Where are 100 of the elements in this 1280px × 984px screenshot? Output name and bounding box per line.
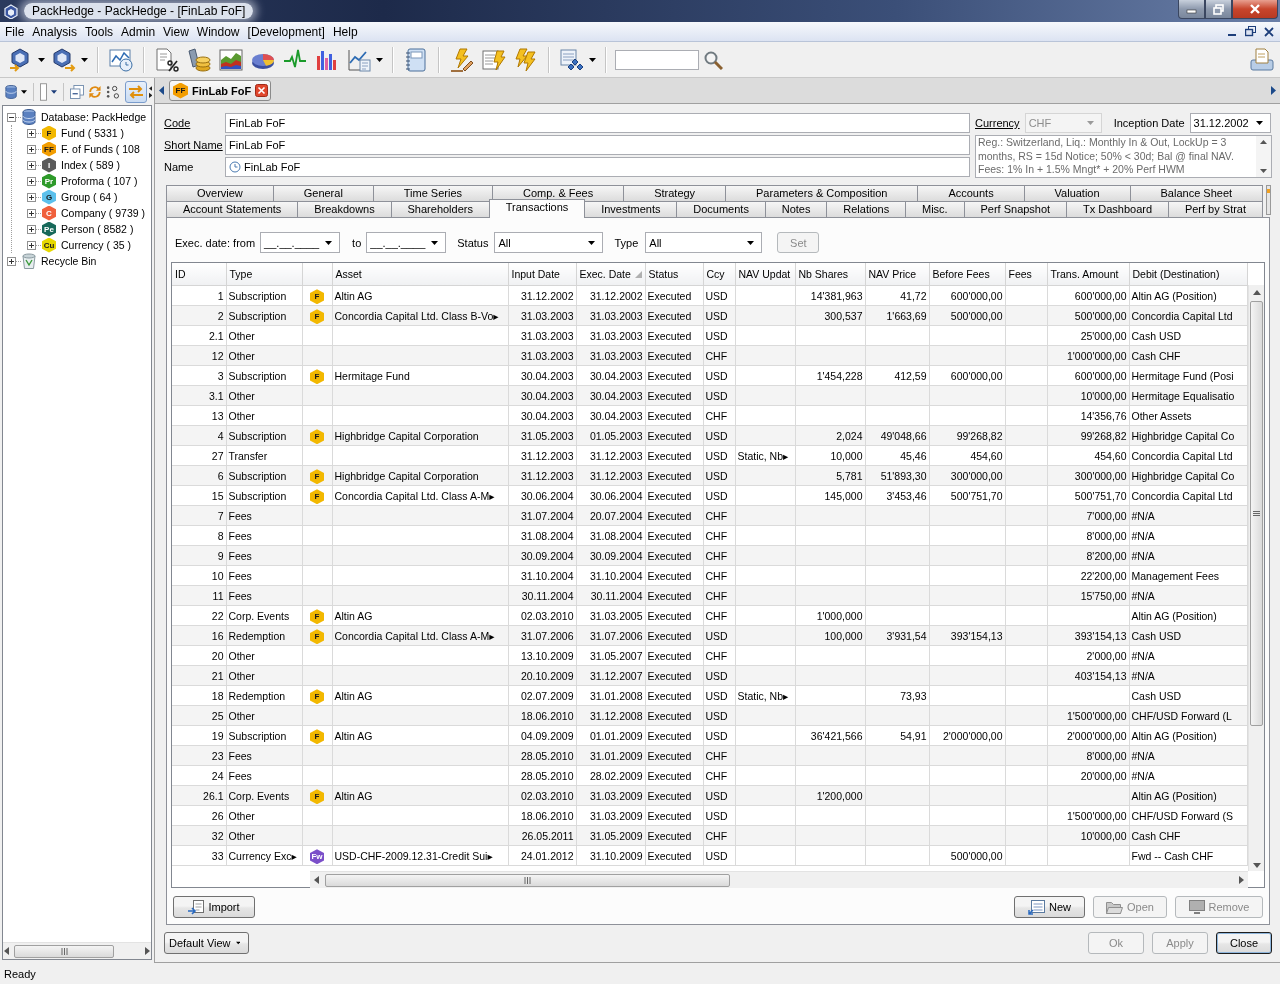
caret-icon[interactable] <box>21 89 28 94</box>
column-header[interactable]: Before Fees <box>929 263 1005 286</box>
lightning-pencil-icon[interactable] <box>450 47 474 72</box>
menu-item[interactable]: Admin <box>118 24 159 39</box>
database-icon[interactable] <box>5 83 18 100</box>
search-icon[interactable] <box>703 49 723 70</box>
caret-icon[interactable] <box>51 89 58 94</box>
scroll-down-icon[interactable] <box>1252 863 1261 868</box>
tab[interactable]: Investments <box>584 201 678 217</box>
scroll-thumb[interactable] <box>14 944 114 958</box>
percent-document-icon[interactable] <box>155 47 179 72</box>
tab[interactable]: Strategy <box>623 185 727 201</box>
splitter-arrows-icon[interactable] <box>148 84 152 99</box>
hexagon-arrow-icon[interactable] <box>52 47 76 72</box>
stack-diamonds-icon[interactable] <box>560 47 584 72</box>
text-field[interactable]: FinLab FoF <box>225 113 970 133</box>
menu-item[interactable]: Window <box>193 24 243 39</box>
column-header[interactable]: NAV Price <box>865 263 929 286</box>
vertical-scrollbar[interactable] <box>1248 285 1264 871</box>
field-link[interactable]: Short Name <box>164 139 225 151</box>
tab[interactable]: Relations <box>826 201 907 217</box>
tab[interactable]: Accounts <box>917 185 1025 201</box>
scroll-right-icon[interactable] <box>143 947 151 955</box>
expand-icon[interactable] <box>27 192 36 202</box>
date-field[interactable]: __.__.____ <box>260 232 341 253</box>
column-header[interactable]: Input Date <box>508 263 576 286</box>
collapse-all-icon[interactable] <box>69 83 84 100</box>
menu-item[interactable]: Analysis <box>29 24 81 39</box>
date-field[interactable]: __.__.____ <box>366 232 447 253</box>
date-field[interactable]: 31.12.2002 <box>1189 113 1271 133</box>
column-header[interactable]: NAV Updat <box>735 263 795 286</box>
tab[interactable]: Perf by Strat <box>1168 201 1263 217</box>
caret-icon[interactable] <box>325 240 333 245</box>
column-header[interactable]: Debit (Destination) <box>1129 263 1248 286</box>
tree-item[interactable]: Recycle Bin <box>41 255 97 267</box>
close-icon[interactable] <box>1264 26 1274 37</box>
tree-item[interactable]: Company ( 9739 ) <box>61 207 146 219</box>
caret-icon[interactable] <box>431 240 439 245</box>
chart-clock-icon[interactable] <box>109 47 133 72</box>
tree-item[interactable]: Fund ( 5331 ) <box>61 127 125 139</box>
expand-icon[interactable] <box>7 256 16 266</box>
expand-icon[interactable] <box>27 240 36 250</box>
menu-item[interactable]: File <box>2 24 28 39</box>
column-header[interactable]: Nb Shares <box>795 263 865 286</box>
scroll-up-icon[interactable] <box>1252 290 1261 295</box>
film-coins-icon[interactable] <box>187 47 211 72</box>
tree-item[interactable]: Group ( 64 ) <box>61 191 118 203</box>
scroll-left-icon[interactable] <box>3 947 11 955</box>
column-header[interactable]: Exec. Date <box>576 263 645 286</box>
menu-item[interactable]: Help <box>329 24 361 39</box>
expand-icon[interactable] <box>27 224 36 234</box>
area-chart-icon[interactable] <box>219 47 243 72</box>
caret-icon[interactable] <box>589 57 596 62</box>
tab[interactable]: Valuation <box>1023 185 1131 201</box>
tree-item[interactable]: Proforma ( 107 ) <box>61 175 138 187</box>
dialog-button[interactable]: Close <box>1216 932 1272 954</box>
tab[interactable]: Breakdowns <box>297 201 392 217</box>
menu-item[interactable]: View <box>160 24 192 39</box>
menu-item[interactable]: Tools <box>82 24 117 39</box>
tab[interactable]: General <box>272 185 374 201</box>
scroll-up-icon[interactable] <box>1260 140 1267 144</box>
import-button[interactable]: Import <box>173 896 255 918</box>
tab[interactable]: Shareholders <box>390 201 490 217</box>
expand-icon[interactable] <box>27 128 36 138</box>
scroll-thumb[interactable] <box>1250 301 1263 726</box>
column-header[interactable]: Trans. Amount <box>1047 263 1129 286</box>
tab[interactable]: Perf Snapshot <box>963 201 1068 217</box>
expand-icon[interactable] <box>27 144 36 154</box>
tab[interactable]: Misc. <box>905 201 965 217</box>
caret-icon[interactable] <box>588 240 596 245</box>
scroll-thumb[interactable] <box>325 873 730 887</box>
tree-item[interactable]: Index ( 589 ) <box>61 159 120 171</box>
tab[interactable]: Overview <box>166 185 274 201</box>
horizontal-scrollbar[interactable] <box>310 871 1248 888</box>
menu-item[interactable]: [Development] <box>244 24 328 39</box>
text-field[interactable]: FinLab FoF <box>225 135 970 155</box>
tab[interactable]: Documents <box>676 201 766 217</box>
caret-icon[interactable] <box>38 57 45 62</box>
tab[interactable]: Account Statements <box>166 201 299 217</box>
caret-icon[interactable] <box>81 57 88 62</box>
editor-tab[interactable]: FF FinLab FoF <box>169 80 272 101</box>
printer-icon[interactable] <box>1250 47 1274 72</box>
new-button[interactable]: New <box>1014 896 1085 918</box>
expand-icon[interactable] <box>27 208 36 218</box>
search-field[interactable] <box>615 49 699 70</box>
column-header[interactable]: Asset <box>332 263 508 286</box>
type-dropdown[interactable]: All <box>645 232 763 253</box>
caret-icon[interactable] <box>235 941 240 945</box>
scroll-right-icon[interactable] <box>1239 876 1244 884</box>
expand-icon[interactable] <box>27 160 36 170</box>
column-header[interactable]: Ccy <box>703 263 735 286</box>
view-dropdown[interactable]: Default View <box>164 932 249 954</box>
restore-icon[interactable] <box>1245 26 1256 37</box>
column-header[interactable]: ID <box>172 263 226 286</box>
caret-icon[interactable] <box>1255 121 1263 125</box>
lightning-document-icon[interactable] <box>482 47 506 72</box>
status-dropdown[interactable]: All <box>494 232 604 253</box>
line-chart-icon[interactable] <box>347 47 371 72</box>
notebook-icon[interactable] <box>404 47 428 72</box>
tab[interactable]: Transactions <box>488 199 586 218</box>
